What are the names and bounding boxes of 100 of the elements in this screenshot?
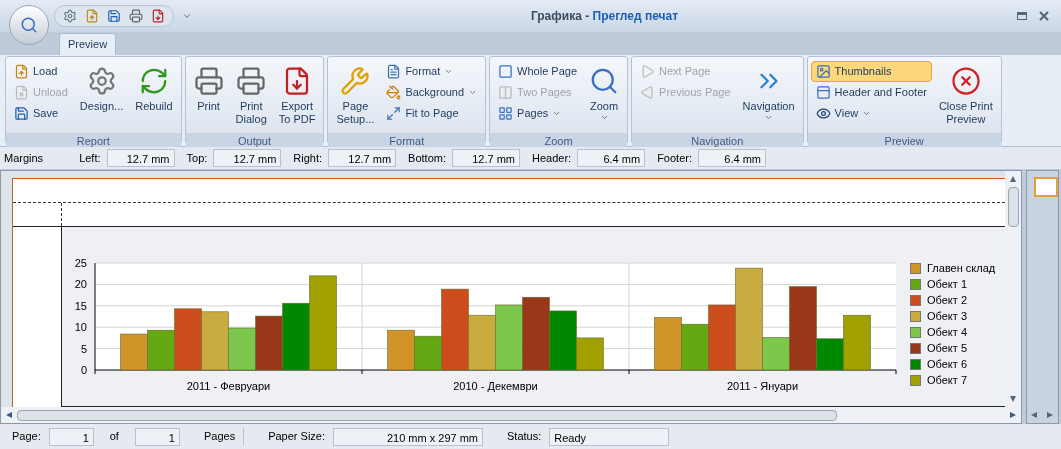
scrollbar-thumb[interactable] bbox=[1007, 187, 1019, 227]
scroll-left-icon[interactable] bbox=[5, 411, 13, 419]
field-label: Header: bbox=[532, 150, 572, 166]
page-icon bbox=[498, 64, 514, 79]
status-label: Pages bbox=[203, 428, 245, 445]
tick-label: 5 bbox=[80, 342, 87, 355]
header-footer-icon bbox=[815, 85, 831, 100]
category-label: 2011 - Януари bbox=[726, 380, 799, 392]
status-label: Paper Size: bbox=[268, 429, 325, 445]
window-title: Графика - Преглед печат bbox=[529, 8, 680, 25]
ribbon-button[interactable]: Whole Page bbox=[493, 61, 583, 82]
scroll-up-icon[interactable] bbox=[1009, 175, 1017, 183]
ribbon-button[interactable]: Design... bbox=[74, 61, 129, 133]
close-icon[interactable] bbox=[1039, 11, 1049, 21]
previous-icon bbox=[640, 85, 656, 100]
scroll-right-icon[interactable] bbox=[1046, 411, 1054, 419]
value-field[interactable]: 12.7 mm bbox=[328, 149, 397, 167]
value-field[interactable]: 210 mm x 297 mm bbox=[333, 427, 483, 446]
value-field[interactable]: 6.4 mm bbox=[577, 149, 646, 167]
status-label: of bbox=[109, 429, 119, 445]
ribbon-tab[interactable]: Preview bbox=[59, 33, 117, 55]
bar bbox=[282, 302, 310, 371]
ribbon-button[interactable]: Pages bbox=[493, 103, 583, 124]
save-icon[interactable] bbox=[107, 9, 121, 23]
ribbon-button[interactable]: Fit to Page bbox=[381, 103, 483, 124]
legend-label: Обект 1 bbox=[927, 277, 967, 293]
category-label: 2011 - Февруари bbox=[186, 380, 271, 392]
ribbon-button[interactable]: Zoom bbox=[584, 61, 625, 133]
page-thumbnail[interactable] bbox=[1034, 177, 1058, 197]
restore-icon[interactable] bbox=[1017, 12, 1027, 20]
tick-label: 0 bbox=[80, 364, 87, 376]
bar bbox=[495, 304, 523, 371]
tick-label: 20 bbox=[74, 278, 87, 291]
ribbon-button[interactable]: Load bbox=[9, 61, 73, 82]
printer-icon[interactable] bbox=[129, 9, 143, 23]
tick-label: 15 bbox=[74, 299, 87, 312]
bar bbox=[387, 329, 415, 371]
status-field: Ready bbox=[549, 427, 670, 446]
eye-icon bbox=[815, 106, 831, 121]
ribbon-button[interactable]: Header and Footer bbox=[810, 82, 932, 103]
app-menu-button[interactable] bbox=[9, 5, 49, 45]
magnifier-icon bbox=[20, 16, 38, 34]
value-field[interactable]: 1 bbox=[134, 427, 180, 446]
close-icon bbox=[950, 66, 981, 96]
tick-label: 10 bbox=[74, 321, 87, 334]
printer-icon bbox=[236, 66, 267, 96]
scroll-down-icon[interactable] bbox=[1009, 395, 1017, 403]
ribbon-button[interactable]: Background bbox=[381, 82, 483, 103]
ribbon-button[interactable]: Save bbox=[9, 103, 73, 124]
ribbon-button[interactable]: Print bbox=[188, 61, 229, 133]
horizontal-scrollbar[interactable] bbox=[1, 407, 1021, 423]
field-label: Top: bbox=[186, 150, 208, 166]
ribbon-button[interactable]: Close Print Preview bbox=[933, 61, 998, 133]
legend-label: Обект 7 bbox=[927, 373, 967, 389]
ribbon-button[interactable]: Thumbnails bbox=[810, 61, 932, 82]
printer-icon bbox=[193, 66, 224, 96]
ribbon-button[interactable]: Navigation bbox=[737, 61, 800, 133]
format-icon bbox=[386, 64, 402, 79]
legend-label: Обект 6 bbox=[927, 357, 967, 373]
bar bbox=[201, 311, 229, 371]
bar bbox=[120, 333, 148, 371]
customize-icon[interactable] bbox=[182, 11, 192, 21]
status-label: Page: bbox=[12, 429, 41, 445]
bar bbox=[681, 323, 709, 371]
scrollbar-thumb[interactable] bbox=[17, 409, 837, 421]
field-label: Left: bbox=[79, 150, 101, 166]
paint-bucket-icon bbox=[386, 85, 402, 100]
legend-label: Обект 5 bbox=[927, 341, 967, 357]
ribbon-button[interactable]: Page Setup... bbox=[331, 61, 380, 133]
category-label: 2010 - Декември bbox=[453, 380, 538, 392]
bar bbox=[255, 315, 283, 371]
field-label: Bottom: bbox=[408, 150, 446, 166]
ribbon-button[interactable]: Export To PDF bbox=[273, 61, 321, 133]
value-field[interactable]: 6.4 mm bbox=[698, 149, 766, 167]
bar bbox=[228, 327, 256, 371]
field-label: Footer: bbox=[657, 150, 692, 166]
ribbon-button[interactable]: Format bbox=[381, 61, 483, 82]
bar bbox=[654, 317, 682, 371]
scroll-left-icon[interactable] bbox=[1030, 411, 1038, 419]
unload-icon bbox=[14, 85, 29, 100]
scroll-right-icon[interactable] bbox=[1009, 411, 1017, 419]
value-field[interactable]: 12.7 mm bbox=[213, 149, 282, 167]
load-icon[interactable] bbox=[85, 9, 99, 23]
thumbnails-icon bbox=[815, 64, 831, 79]
ribbon-button[interactable]: Rebuild bbox=[130, 61, 178, 133]
margins-label: Margins bbox=[4, 150, 44, 166]
value-field[interactable]: 12.7 mm bbox=[106, 149, 175, 167]
value-field[interactable]: 12.7 mm bbox=[452, 149, 520, 167]
ribbon-button[interactable]: View bbox=[810, 103, 932, 124]
pdf-icon[interactable] bbox=[151, 9, 165, 23]
two-pages-icon bbox=[498, 85, 514, 100]
next-icon bbox=[640, 64, 656, 79]
value-field[interactable]: 1 bbox=[48, 427, 94, 446]
save-icon bbox=[14, 106, 29, 121]
load-icon bbox=[14, 64, 29, 79]
legend-label: Обект 3 bbox=[927, 309, 967, 325]
gear-icon[interactable] bbox=[63, 9, 77, 23]
ribbon-button[interactable]: Print Dialog bbox=[230, 61, 272, 133]
legend-label: Главен склад bbox=[927, 261, 996, 277]
wrench-icon bbox=[340, 66, 371, 96]
